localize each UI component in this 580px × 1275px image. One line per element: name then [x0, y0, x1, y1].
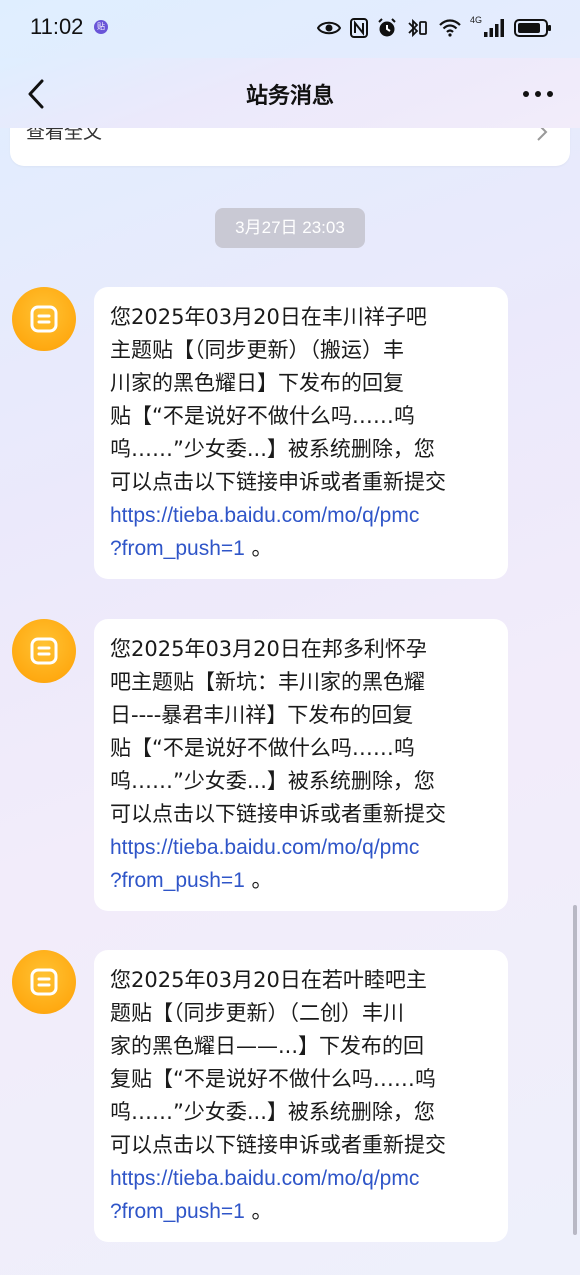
message-bubble: 您2025年03月20日在丰川祥子吧 主题贴【（同步更新）（搬运）丰 川家的黑色… — [94, 287, 508, 579]
message-period: 。 — [244, 868, 273, 892]
more-options-button[interactable] — [516, 76, 560, 112]
system-avatar[interactable] — [12, 619, 76, 683]
message-text: 您2025年03月20日在丰川祥子吧 主题贴【（同步更新）（搬运）丰 川家的黑色… — [110, 305, 446, 494]
bluetooth-vibrate-icon — [408, 18, 427, 38]
nfc-icon — [349, 18, 368, 38]
network-type: 4G — [469, 15, 482, 25]
date-separator: 3月27日 23:03 — [215, 208, 365, 248]
document-icon — [30, 968, 58, 996]
message-text: 您2025年03月20日在邦多利怀孕 吧主题贴【新坑：丰川家的黑色耀 日----… — [110, 637, 446, 826]
alarm-icon — [378, 18, 396, 37]
message-period: 。 — [244, 536, 273, 560]
page-title: 站务消息 — [245, 84, 334, 109]
more-horizontal-icon — [523, 91, 553, 97]
system-avatar[interactable] — [12, 287, 76, 351]
message-bubble: 您2025年03月20日在若叶睦吧主 题贴【（同步更新）（二创）丰川 家的黑色耀… — [94, 950, 508, 1242]
message-text: 您2025年03月20日在若叶睦吧主 题贴【（同步更新）（二创）丰川 家的黑色耀… — [110, 968, 446, 1157]
status-bar: 11:02 贴 4G — [0, 0, 580, 58]
system-avatar[interactable] — [12, 950, 76, 1014]
message-period: 。 — [244, 1199, 273, 1223]
signal-icon — [484, 19, 504, 37]
nav-bar: 站务消息 — [0, 58, 580, 130]
status-time: 11:02 — [30, 14, 84, 39]
wifi-icon — [439, 19, 461, 37]
tieba-notification-icon: 贴 — [94, 20, 108, 34]
eye-icon — [316, 21, 341, 35]
document-icon — [30, 305, 58, 333]
document-icon — [30, 637, 58, 665]
status-icons: 4G — [316, 14, 552, 42]
scrollbar[interactable] — [573, 905, 577, 1235]
message-bubble: 您2025年03月20日在邦多利怀孕 吧主题贴【新坑：丰川家的黑色耀 日----… — [94, 619, 508, 911]
battery-icon — [514, 19, 551, 37]
